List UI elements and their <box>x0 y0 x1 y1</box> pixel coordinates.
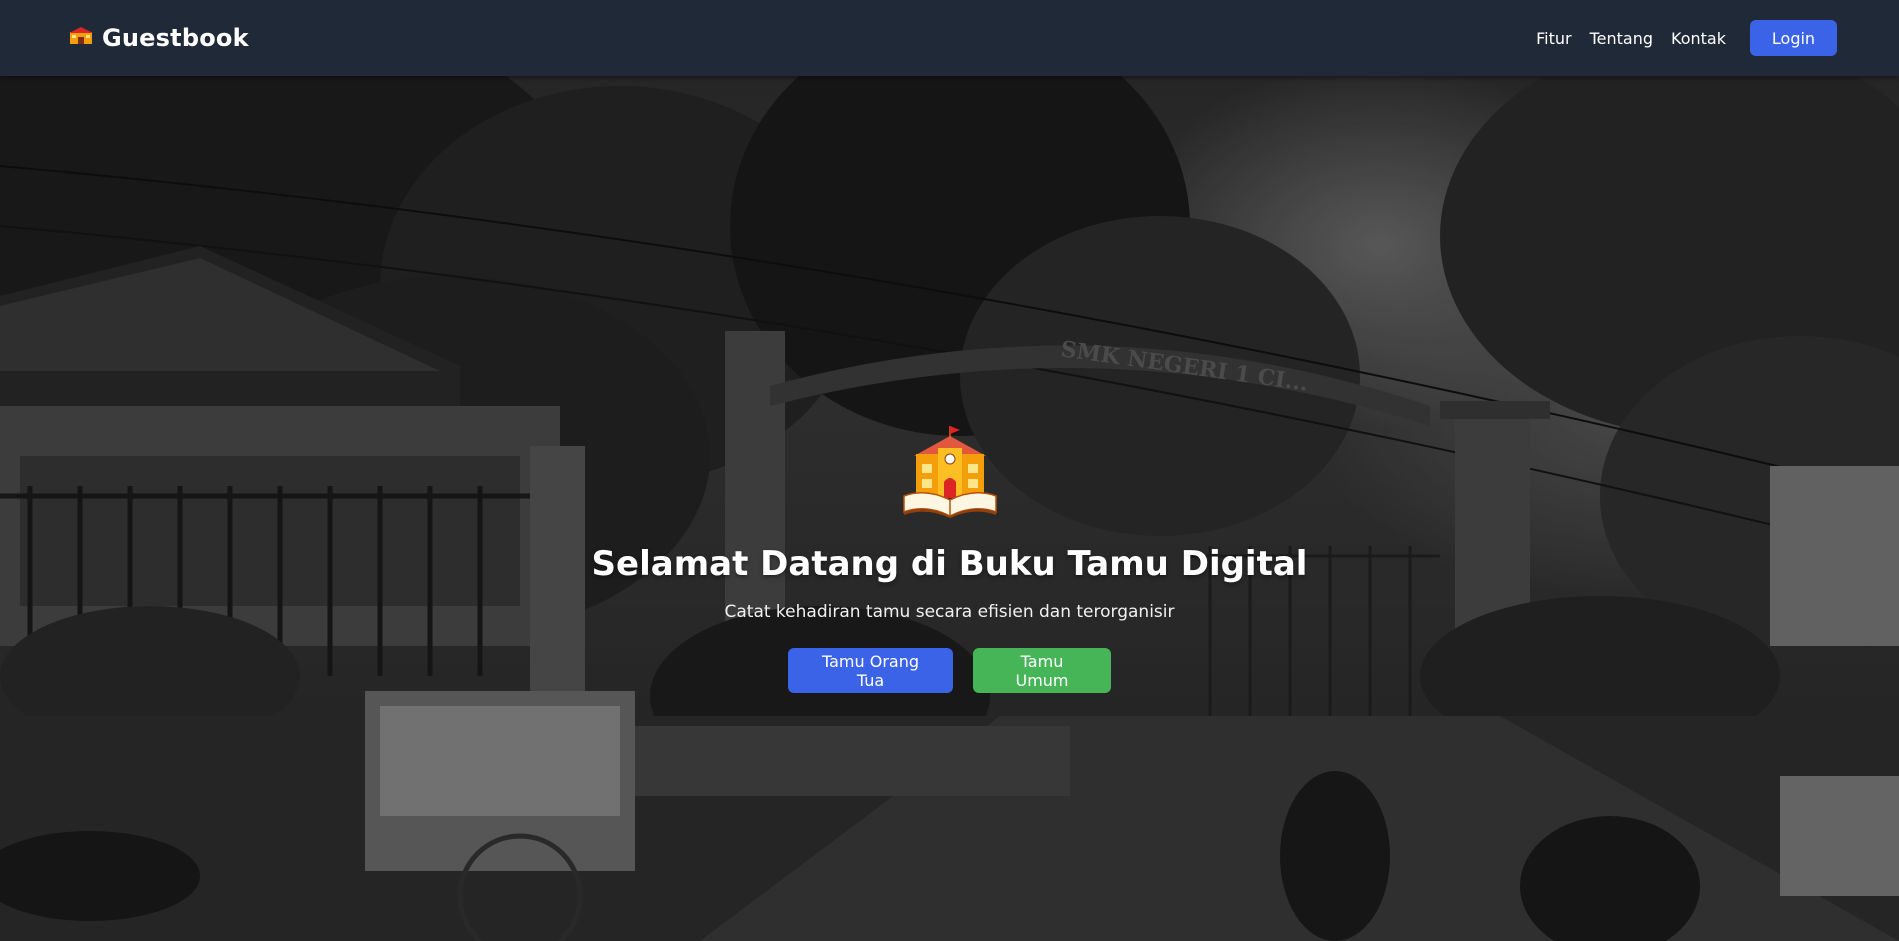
nav-menu: Fitur Tentang Kontak Login <box>1518 20 1837 56</box>
hero-title: Selamat Datang di Buku Tamu Digital <box>591 544 1308 584</box>
tamu-umum-button[interactable]: Tamu Umum <box>973 648 1111 693</box>
tamu-orang-tua-button[interactable]: Tamu Orang Tua <box>788 648 953 693</box>
hero-buttons: Tamu Orang Tua Tamu Umum <box>0 648 1899 693</box>
school-book-icon <box>0 426 1899 518</box>
hero-content: Selamat Datang di Buku Tamu Digital Cata… <box>0 76 1899 941</box>
login-button[interactable]: Login <box>1750 20 1837 56</box>
hero-subtitle: Catat kehadiran tamu secara efisien dan … <box>724 602 1175 622</box>
navbar: Guestbook Fitur Tentang Kontak Login <box>0 0 1899 76</box>
brand[interactable]: Guestbook <box>68 24 249 52</box>
hero-section: SMK NEGERI 1 CI... Selamat Datang di Buk… <box>0 76 1899 941</box>
school-icon <box>68 26 94 51</box>
nav-link-kontak[interactable]: Kontak <box>1671 29 1726 48</box>
brand-title: Guestbook <box>102 24 249 52</box>
nav-link-tentang[interactable]: Tentang <box>1590 29 1653 48</box>
nav-link-fitur[interactable]: Fitur <box>1536 29 1571 48</box>
